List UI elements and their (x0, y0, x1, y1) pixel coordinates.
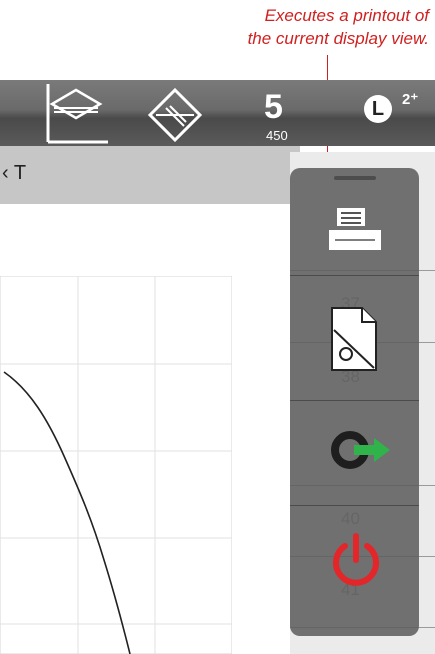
export-icon[interactable] (330, 428, 392, 472)
panel-separator (290, 400, 419, 401)
panel-separator (290, 275, 419, 276)
level-diamond-icon[interactable] (148, 88, 202, 142)
view-title-bar: ‹ T (0, 146, 300, 204)
panel-handle[interactable] (334, 176, 376, 180)
plot-curve (3, 371, 131, 654)
callout-annotation: Executes a printout of the current displ… (248, 4, 429, 50)
counter-value: 450 (266, 128, 288, 143)
mode-badge[interactable]: L (364, 95, 392, 123)
callout-line-1: Executes a printout of (264, 6, 429, 25)
document-delete-icon[interactable] (330, 306, 380, 372)
callout-line-2: the current display view. (247, 29, 429, 48)
power-icon[interactable] (330, 530, 382, 590)
print-icon[interactable] (327, 206, 383, 256)
view-title: ‹ T (2, 162, 27, 184)
mode-superscript: 2⁺ (402, 91, 419, 108)
axis-plane-icon[interactable] (38, 84, 108, 146)
counter-glyph: 5 (264, 88, 283, 126)
panel-separator (290, 505, 419, 506)
